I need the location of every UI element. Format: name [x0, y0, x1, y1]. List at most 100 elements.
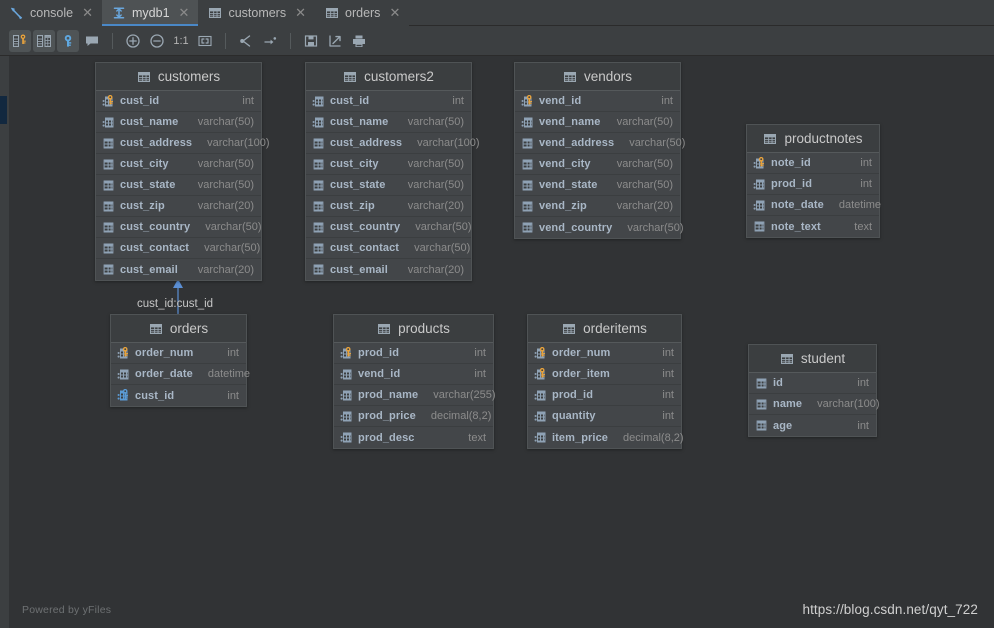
- table-column-row[interactable]: note_text text: [747, 216, 879, 237]
- column-type-label: varchar(100): [417, 137, 480, 149]
- zoom-in-button[interactable]: [122, 30, 144, 52]
- table-column-row[interactable]: vend_id int: [515, 91, 680, 112]
- table-column-row[interactable]: vend_zip varchar(20): [515, 196, 680, 217]
- table-column-row[interactable]: note_id int: [747, 153, 879, 174]
- table-column-row[interactable]: cust_contact varchar(50): [96, 238, 261, 259]
- editor-tab-label: console: [30, 6, 74, 20]
- table-column-row[interactable]: cust_address varchar(100): [306, 133, 480, 154]
- apply-layout-button[interactable]: [259, 30, 281, 52]
- table-column-row[interactable]: prod_desc text: [334, 427, 493, 448]
- table-column-row[interactable]: name varchar(100): [749, 394, 880, 415]
- table-card-student[interactable]: student id int name varchar(100) age int: [748, 344, 880, 437]
- table-column-row[interactable]: cust_name varchar(50): [96, 112, 261, 133]
- column-name-label: cust_email: [120, 263, 178, 276]
- table-column-row[interactable]: vend_address varchar(50): [515, 133, 685, 154]
- column-type-label: datetime: [838, 199, 882, 211]
- arrow-node-icon: [262, 33, 278, 49]
- table-card-vendors[interactable]: vendors vend_id int vend_name varchar(50) ven…: [514, 62, 685, 239]
- table-column-row[interactable]: cust_zip varchar(20): [96, 196, 261, 217]
- show-keys-columns-toggle[interactable]: [9, 29, 31, 52]
- table-card-customers2[interactable]: customers2 cust_id int cust_name varchar(50)…: [305, 62, 480, 281]
- editor-tab-customers[interactable]: customers ✕: [198, 0, 315, 26]
- table-column-row[interactable]: vend_id int: [334, 364, 493, 385]
- table-name-label: customers2: [364, 69, 434, 84]
- table-card-header[interactable]: vendors: [515, 63, 680, 91]
- table-column-row[interactable]: quantity int: [528, 406, 681, 427]
- editor-tab-mydb1[interactable]: mydb1 ✕: [102, 0, 199, 26]
- table-column-row[interactable]: note_date datetime: [747, 195, 882, 216]
- close-icon[interactable]: ✕: [82, 7, 93, 20]
- table-card-orders[interactable]: orders order_num int order_date datetime cust…: [110, 314, 250, 407]
- diagram-canvas[interactable]: customers cust_id int cust_name varchar(50) c…: [0, 56, 994, 628]
- editor-tab-console[interactable]: console ✕: [0, 0, 102, 26]
- table-name-label: productnotes: [784, 131, 863, 146]
- column-type-label: varchar(50): [197, 116, 254, 128]
- table-column-row[interactable]: id int: [749, 373, 876, 394]
- table-column-row[interactable]: order_num int: [111, 343, 246, 364]
- fit-content-button[interactable]: [194, 30, 216, 52]
- comments-button[interactable]: [81, 30, 103, 52]
- table-column-row[interactable]: cust_id int: [96, 91, 261, 112]
- close-icon[interactable]: ✕: [389, 7, 400, 20]
- table-column-row[interactable]: order_num int: [528, 343, 681, 364]
- table-card-header[interactable]: orderitems: [528, 315, 681, 343]
- table-column-row[interactable]: order_date datetime: [111, 364, 250, 385]
- table-column-row[interactable]: age int: [749, 415, 876, 436]
- table-column-row[interactable]: cust_state varchar(50): [96, 175, 261, 196]
- table-column-row[interactable]: prod_id int: [334, 343, 493, 364]
- indexed-column-icon: [340, 410, 353, 423]
- table-card-header[interactable]: customers: [96, 63, 261, 91]
- table-card-header[interactable]: productnotes: [747, 125, 879, 153]
- table-column-row[interactable]: vend_state varchar(50): [515, 175, 680, 196]
- show-columns-toggle[interactable]: [33, 29, 55, 52]
- close-icon[interactable]: ✕: [179, 7, 190, 20]
- table-column-row[interactable]: prod_name varchar(255): [334, 385, 496, 406]
- table-column-row[interactable]: prod_id int: [747, 174, 879, 195]
- table-card-header[interactable]: orders: [111, 315, 246, 343]
- table-column-row[interactable]: cust_contact varchar(50): [306, 238, 471, 259]
- table-column-row[interactable]: prod_id int: [528, 385, 681, 406]
- zoom-reset-button[interactable]: 1:1: [170, 30, 192, 52]
- table-card-orderitems[interactable]: orderitems order_num int order_item int prod_…: [527, 314, 684, 449]
- table-column-row[interactable]: vend_name varchar(50): [515, 112, 680, 133]
- table-column-row[interactable]: cust_id int: [111, 385, 246, 406]
- table-card-customers[interactable]: customers cust_id int cust_name varchar(50) c…: [95, 62, 270, 281]
- vertical-scrollbar-thumb[interactable]: [0, 96, 7, 124]
- table-card-productnotes[interactable]: productnotes note_id int prod_id int note_dat…: [746, 124, 882, 238]
- table-column-row[interactable]: prod_price decimal(8,2): [334, 406, 493, 427]
- table-column-row[interactable]: vend_country varchar(50): [515, 217, 684, 238]
- table-card-header[interactable]: customers2: [306, 63, 471, 91]
- column-type-label: varchar(20): [197, 200, 254, 212]
- export-button[interactable]: [324, 30, 346, 52]
- editor-tab-orders[interactable]: orders ✕: [315, 0, 410, 26]
- table-card-header[interactable]: student: [749, 345, 876, 373]
- table-column-row[interactable]: cust_id int: [306, 91, 471, 112]
- table-card-products[interactable]: products prod_id int vend_id int prod_name var…: [333, 314, 496, 449]
- table-column-row[interactable]: cust_country varchar(50): [306, 217, 472, 238]
- close-icon[interactable]: ✕: [295, 7, 306, 20]
- column-type-label: varchar(50): [205, 221, 262, 233]
- table-icon: [763, 132, 777, 146]
- table-column-row[interactable]: cust_state varchar(50): [306, 175, 471, 196]
- table-column-row[interactable]: cust_address varchar(100): [96, 133, 270, 154]
- table-column-row[interactable]: cust_zip varchar(20): [306, 196, 471, 217]
- show-keys-toggle[interactable]: [57, 29, 79, 52]
- table-column-row[interactable]: cust_email varchar(20): [306, 259, 471, 280]
- column-name-label: cust_id: [330, 95, 370, 107]
- table-column-row[interactable]: cust_city varchar(50): [306, 154, 471, 175]
- print-button[interactable]: [348, 30, 370, 52]
- column-name-label: vend_city: [539, 158, 591, 170]
- table-column-row[interactable]: item_price decimal(8,2): [528, 427, 684, 448]
- table-column-row[interactable]: cust_country varchar(50): [96, 217, 262, 238]
- table-column-row[interactable]: cust_name varchar(50): [306, 112, 471, 133]
- save-button[interactable]: [300, 30, 322, 52]
- table-column-row[interactable]: order_item int: [528, 364, 681, 385]
- table-column-row[interactable]: cust_city varchar(50): [96, 154, 261, 175]
- table-card-header[interactable]: products: [334, 315, 493, 343]
- primary-key-icon: [340, 346, 353, 360]
- hierarchy-layout-button[interactable]: [235, 30, 257, 52]
- table-column-row[interactable]: cust_email varchar(20): [96, 259, 261, 280]
- zoom-out-button[interactable]: [146, 30, 168, 52]
- column-name-label: order_num: [135, 347, 194, 359]
- table-column-row[interactable]: vend_city varchar(50): [515, 154, 680, 175]
